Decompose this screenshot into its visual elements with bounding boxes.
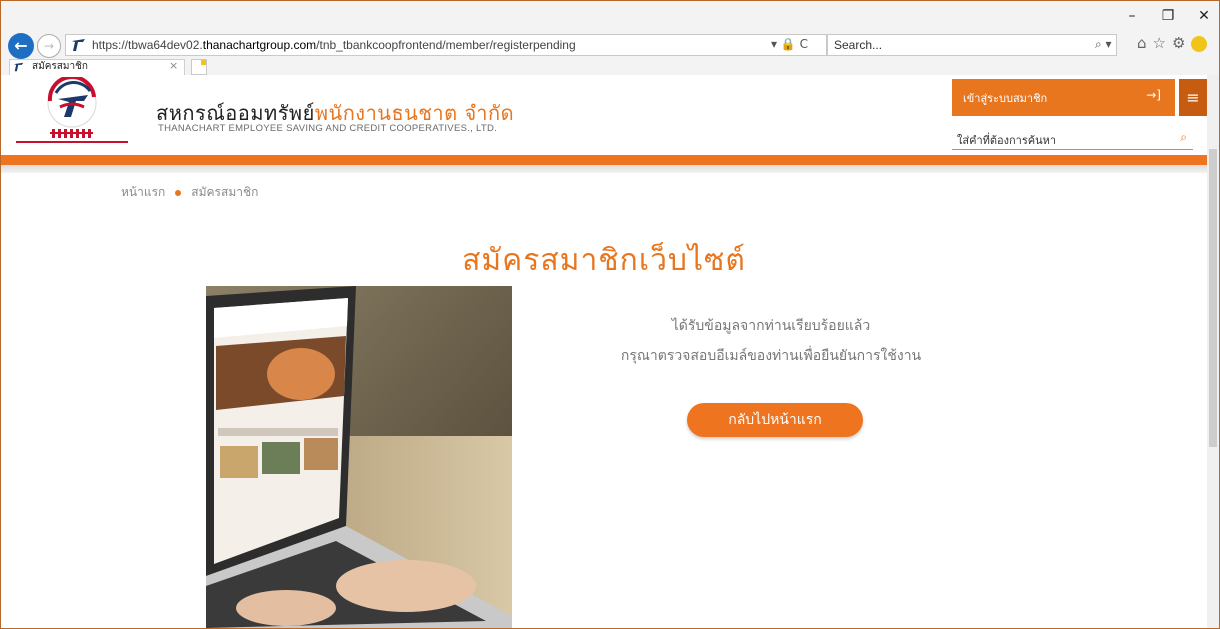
page-scrollbar[interactable] — [1207, 75, 1219, 628]
site-search-input[interactable]: ใส่คำที่ต้องการค้นหา ⌕ — [952, 129, 1193, 150]
browser-search-placeholder: Search... — [834, 38, 883, 52]
close-button[interactable]: ✕ — [1195, 8, 1213, 24]
laptop-photo — [206, 286, 512, 628]
url-path: /tnb_tbankcoopfrontend/member/registerpe… — [316, 38, 576, 52]
coop-logo[interactable] — [16, 77, 128, 147]
new-tab-button[interactable] — [191, 59, 207, 75]
window-controls: – ❐ ✕ — [1123, 3, 1213, 29]
hamburger-menu-icon[interactable]: ≡ — [1179, 79, 1207, 116]
url-prefix: https://tbwa64dev02. — [92, 38, 203, 52]
header-shadow-band — [1, 165, 1207, 173]
smiley-icon[interactable] — [1191, 36, 1208, 52]
favorites-star-icon[interactable]: ☆ — [1153, 34, 1166, 52]
brand-english-name: THANACHART EMPLOYEE SAVING AND CREDIT CO… — [158, 123, 498, 134]
restore-button[interactable]: ❐ — [1159, 8, 1177, 24]
login-arrow-icon: →] — [1146, 88, 1161, 102]
confirmation-message-line2: กรุณาตรวจสอบอีเมล์ของท่านเพื่อยืนยันการใ… — [620, 348, 922, 364]
lock-icon: ▾ 🔒 C — [771, 37, 808, 51]
browser-tab[interactable]: สมัครสมาชิก — [9, 59, 185, 75]
tab-title: สมัครสมาชิก — [32, 61, 88, 72]
settings-gear-icon[interactable]: ⚙ — [1172, 34, 1185, 52]
browser-chrome: – ❐ ✕ ← → https://tbwa64dev02.thanachart… — [1, 1, 1219, 75]
back-to-home-button[interactable]: กลับไปหน้าแรก — [687, 403, 863, 437]
breadcrumb: หน้าแรก สมัครสมาชิก — [121, 183, 258, 202]
header-orange-band — [1, 155, 1207, 165]
member-login-button[interactable]: เข้าสู่ระบบสมาชิก →] — [952, 79, 1175, 116]
member-login-label: เข้าสู่ระบบสมาชิก — [963, 92, 1048, 105]
site-header: สหกรณ์ออมทรัพย์พนักงานธนชาต จำกัด THANAC… — [1, 75, 1207, 155]
toolbar-icons: ⌂ ☆ ⚙ — [1137, 34, 1208, 52]
site-search-icon[interactable]: ⌕ — [1180, 130, 1187, 145]
page-title: สมัครสมาชิกเว็บไซต์ — [462, 243, 746, 278]
tab-close-icon[interactable]: × — [169, 59, 178, 72]
browser-window: – ❐ ✕ ← → https://tbwa64dev02.thanachart… — [0, 0, 1220, 629]
url-host: thanachartgroup.com — [202, 38, 317, 52]
address-bar[interactable]: https://tbwa64dev02.thanachartgroup.com/… — [65, 34, 827, 56]
site-search-placeholder: ใส่คำที่ต้องการค้นหา — [957, 134, 1057, 147]
address-tools[interactable]: ▾ 🔒 C — [771, 37, 808, 51]
back-arrow-icon[interactable]: ← — [8, 33, 34, 59]
search-icon[interactable]: ⌕ ▾ — [1095, 37, 1112, 52]
home-icon[interactable]: ⌂ — [1137, 34, 1147, 52]
breadcrumb-current: สมัครสมาชิก — [191, 185, 259, 199]
site-favicon-icon — [72, 39, 85, 51]
tab-favicon-icon — [14, 62, 24, 72]
breadcrumb-separator — [175, 189, 182, 196]
confirmation-message-line1: ได้รับข้อมูลจากท่านเรียบร้อยแล้ว — [671, 318, 871, 334]
brand-thai-orange: พนักงานธนชาต จำกัด — [314, 101, 515, 125]
scrollbar-thumb[interactable] — [1209, 149, 1217, 447]
forward-arrow-icon[interactable]: → — [37, 34, 61, 58]
browser-search-input[interactable]: Search... — [827, 34, 1117, 56]
breadcrumb-home[interactable]: หน้าแรก — [121, 183, 165, 202]
minimize-button[interactable]: – — [1123, 8, 1141, 24]
brand-thai-black: สหกรณ์ออมทรัพย์ — [156, 101, 315, 125]
